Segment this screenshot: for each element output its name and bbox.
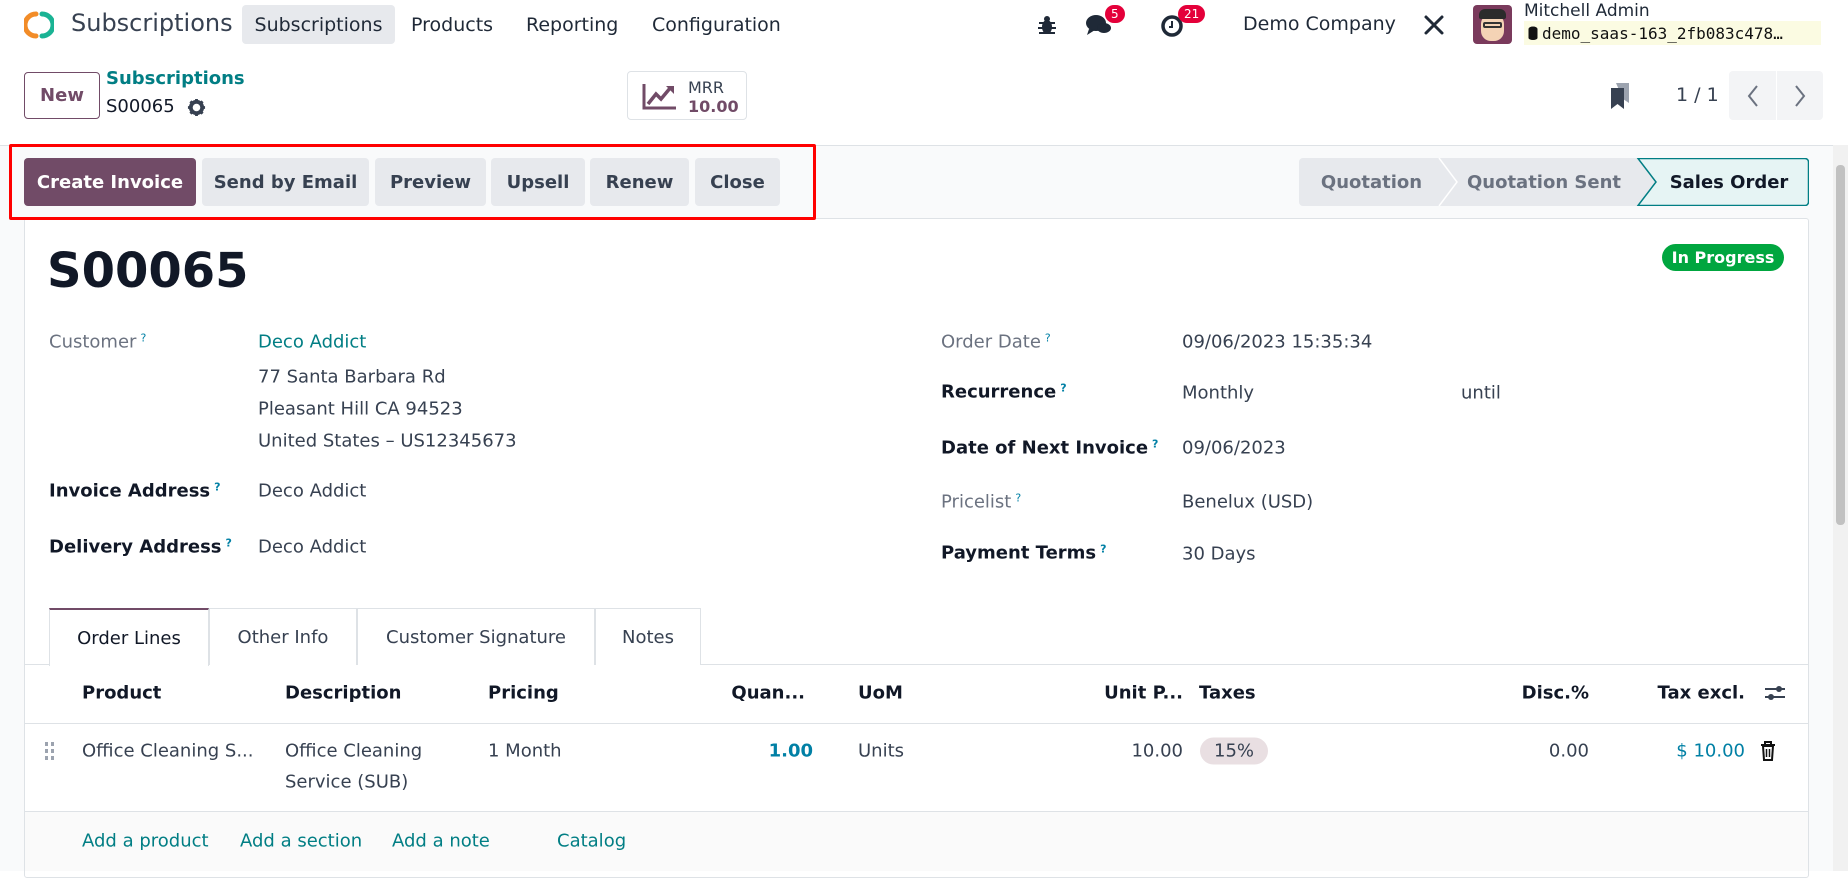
area-chart-icon bbox=[642, 84, 676, 110]
until-label: until bbox=[1461, 382, 1501, 404]
add-product-link[interactable]: Add a product bbox=[82, 831, 209, 852]
breadcrumb-current: S00065 bbox=[106, 96, 175, 117]
column-uom[interactable]: UoM bbox=[858, 683, 903, 704]
column-product[interactable]: Product bbox=[82, 683, 161, 704]
status-badge: In Progress bbox=[1662, 244, 1784, 271]
pricelist-field[interactable]: Benelux (USD) bbox=[1182, 492, 1313, 513]
menu-configuration[interactable]: Configuration bbox=[641, 5, 792, 44]
catalog-link[interactable]: Catalog bbox=[557, 831, 626, 852]
cell-description-line2[interactable]: Service (SUB) bbox=[285, 772, 408, 793]
payment-terms-label: Payment Terms? bbox=[941, 542, 1107, 564]
customer-link[interactable]: Deco Addict bbox=[258, 332, 366, 353]
menu-subscriptions[interactable]: Subscriptions bbox=[242, 5, 395, 44]
menu-products[interactable]: Products bbox=[400, 5, 504, 44]
chevron-right-icon bbox=[1795, 84, 1806, 107]
cell-discount[interactable]: 0.00 bbox=[1549, 741, 1589, 762]
user-avatar[interactable] bbox=[1473, 5, 1512, 44]
new-button[interactable]: New bbox=[24, 72, 100, 119]
order-date-field[interactable]: 09/06/2023 15:35:34 bbox=[1182, 332, 1372, 353]
mrr-value: 10.00 bbox=[688, 97, 739, 116]
recurrence-field[interactable]: Monthly bbox=[1182, 383, 1254, 404]
add-section-link[interactable]: Add a section bbox=[240, 831, 362, 852]
scrollbar-thumb[interactable] bbox=[1836, 165, 1845, 525]
column-quantity[interactable]: Quan... bbox=[731, 683, 805, 704]
payment-terms-field[interactable]: 30 Days bbox=[1182, 544, 1256, 565]
column-pricing[interactable]: Pricing bbox=[488, 683, 559, 704]
menu-reporting[interactable]: Reporting bbox=[515, 5, 629, 44]
breadcrumb-subscriptions[interactable]: Subscriptions bbox=[106, 68, 245, 89]
stage-sales-order[interactable]: Sales Order bbox=[1651, 158, 1807, 206]
delivery-address-field[interactable]: Deco Addict bbox=[258, 537, 366, 558]
messages-count-badge: 5 bbox=[1105, 5, 1125, 23]
highlight-box bbox=[9, 144, 816, 220]
cell-unit-price[interactable]: 10.00 bbox=[1131, 741, 1183, 762]
debug-bug-icon[interactable] bbox=[1037, 14, 1057, 36]
cell-product[interactable]: Office Cleaning S... bbox=[82, 741, 254, 762]
add-note-link[interactable]: Add a note bbox=[392, 831, 490, 852]
pager-previous-button[interactable] bbox=[1729, 71, 1776, 120]
database-name: demo_saas-163_2fb083c478… bbox=[1542, 23, 1783, 43]
next-invoice-field[interactable]: 09/06/2023 bbox=[1182, 438, 1286, 459]
database-icon bbox=[1528, 26, 1538, 40]
navbar: Subscriptions Subscriptions Products Rep… bbox=[0, 0, 1848, 50]
user-name: Mitchell Admin bbox=[1524, 1, 1650, 21]
record-title: S00065 bbox=[47, 243, 249, 299]
app-name: Subscriptions bbox=[71, 9, 233, 37]
header-divider bbox=[25, 723, 1808, 724]
cell-quantity[interactable]: 1.00 bbox=[769, 741, 813, 762]
cell-pricing[interactable]: 1 Month bbox=[488, 741, 562, 762]
next-invoice-label: Date of Next Invoice? bbox=[941, 437, 1159, 459]
column-description[interactable]: Description bbox=[285, 683, 401, 704]
tab-customer-signature[interactable]: Customer Signature bbox=[357, 608, 595, 665]
optional-columns-icon[interactable] bbox=[1764, 682, 1786, 704]
mrr-smart-button[interactable]: MRR 10.00 bbox=[627, 71, 747, 120]
customer-address-line: 77 Santa Barbara Rd bbox=[258, 366, 446, 388]
customer-label: Customer? bbox=[49, 331, 147, 353]
customer-address-line: Pleasant Hill CA 94523 bbox=[258, 398, 463, 420]
tools-icon[interactable] bbox=[1422, 13, 1446, 37]
recurrence-label: Recurrence? bbox=[941, 381, 1067, 403]
delivery-address-label: Delivery Address? bbox=[49, 536, 232, 558]
messages-button[interactable]: 5 bbox=[1085, 5, 1125, 42]
company-switcher[interactable]: Demo Company bbox=[1243, 13, 1396, 35]
activities-button[interactable]: 21 bbox=[1160, 5, 1210, 42]
pager-next-button[interactable] bbox=[1777, 71, 1823, 120]
tax-tag[interactable]: 15% bbox=[1200, 737, 1269, 765]
column-subtotal[interactable]: Tax excl. bbox=[1658, 683, 1745, 704]
tab-other-info[interactable]: Other Info bbox=[209, 608, 357, 665]
statusbar: Quotation Quotation Sent Sales Order bbox=[1299, 158, 1809, 206]
app-logo-icon bbox=[24, 11, 54, 39]
cell-subtotal: $ 10.00 bbox=[1676, 740, 1745, 762]
invoice-address-label: Invoice Address? bbox=[49, 480, 221, 502]
column-taxes[interactable]: Taxes bbox=[1199, 683, 1256, 704]
pager-value[interactable]: 1 / 1 bbox=[1676, 84, 1719, 106]
stage-quotation[interactable]: Quotation bbox=[1299, 158, 1444, 206]
activities-count-badge: 21 bbox=[1178, 5, 1206, 23]
invoice-address-field[interactable]: Deco Addict bbox=[258, 481, 366, 502]
tab-order-lines[interactable]: Order Lines bbox=[49, 608, 209, 666]
column-discount[interactable]: Disc.% bbox=[1522, 683, 1589, 704]
chevron-left-icon bbox=[1747, 84, 1758, 107]
column-unit-price[interactable]: Unit P... bbox=[1104, 683, 1183, 704]
stage-quotation-sent[interactable]: Quotation Sent bbox=[1449, 158, 1639, 206]
cell-uom[interactable]: Units bbox=[858, 741, 904, 762]
scrollbar[interactable] bbox=[1833, 145, 1848, 871]
tab-notes[interactable]: Notes bbox=[595, 608, 701, 665]
drag-handle-icon[interactable] bbox=[44, 741, 56, 761]
customer-address-line: United States – US12345673 bbox=[258, 430, 517, 452]
mrr-label: MRR bbox=[688, 78, 725, 97]
trash-icon[interactable] bbox=[1760, 741, 1776, 761]
bookmark-icon[interactable] bbox=[1609, 82, 1631, 110]
pricelist-label: Pricelist? bbox=[941, 491, 1022, 513]
cell-description[interactable]: Office Cleaning bbox=[285, 741, 422, 762]
order-date-label: Order Date? bbox=[941, 331, 1051, 353]
gear-icon[interactable] bbox=[187, 98, 206, 117]
database-badge: demo_saas-163_2fb083c478… bbox=[1524, 21, 1821, 45]
